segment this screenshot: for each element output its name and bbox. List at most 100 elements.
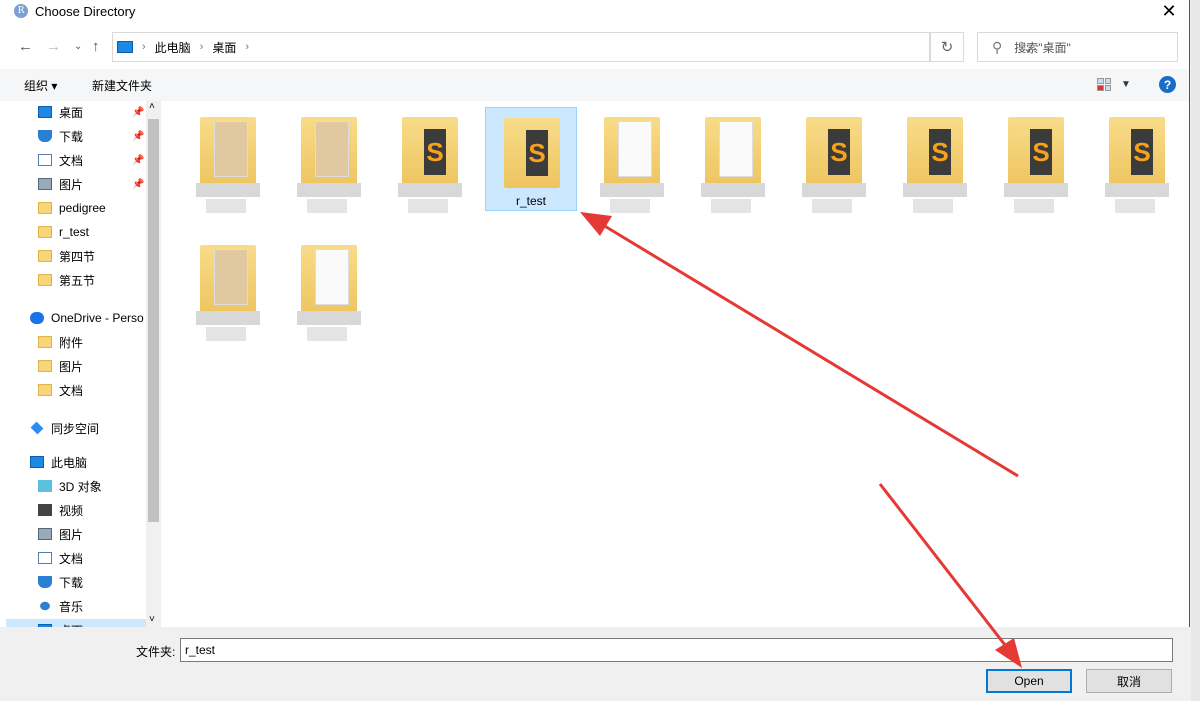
sidebar-scrollbar[interactable]: ˄ ˅ [146, 101, 161, 627]
forward-button[interactable]: → [46, 38, 61, 55]
sidebar-item[interactable]: pedigree [6, 197, 146, 219]
document-icon [38, 154, 52, 166]
folder-icon [38, 384, 52, 396]
sidebar-item-label: 第四节 [59, 249, 96, 264]
sidebar-item[interactable]: 3D 对象 [6, 475, 146, 497]
folder-name-input[interactable]: r_test [180, 638, 1173, 662]
view-dropdown[interactable]: ▼ [1121, 79, 1131, 90]
folder-label: 文件夹: [136, 645, 176, 659]
sync-icon [30, 421, 44, 435]
blurred-label [610, 199, 650, 213]
file-list: S Sr_test S S S S [162, 101, 1190, 627]
folder-icon: S [402, 117, 458, 187]
pin-icon[interactable]: 📌 [132, 131, 144, 142]
window-title: Choose Directory [35, 3, 136, 19]
recent-dropdown[interactable]: ⌄ [74, 41, 82, 52]
breadcrumb-item[interactable]: 桌面 [212, 39, 236, 56]
folder-item[interactable]: S [384, 107, 476, 213]
music-icon [40, 601, 50, 611]
blurred-label [307, 199, 347, 213]
folder-item[interactable] [283, 235, 375, 341]
search-input[interactable]: ⚲ 搜索"桌面" [977, 32, 1178, 62]
scroll-up-icon[interactable]: ˄ [149, 101, 155, 112]
sidebar-item[interactable]: 图片 📌 [6, 173, 146, 195]
picture-icon [38, 178, 52, 190]
back-button[interactable]: ← [18, 38, 33, 55]
blurred-label [307, 327, 347, 341]
help-button[interactable]: ? [1159, 76, 1176, 93]
folder-item[interactable]: S [1091, 107, 1183, 213]
desktop-icon [38, 106, 52, 118]
sidebar-item-label: 下载 [59, 129, 84, 144]
sidebar-item[interactable]: 图片 [6, 355, 146, 377]
sidebar-item[interactable]: 图片 [6, 523, 146, 545]
folder-item[interactable]: S [889, 107, 981, 213]
pin-icon[interactable]: 📌 [132, 179, 144, 190]
folder-item[interactable] [687, 107, 779, 213]
address-bar[interactable]: › 此电脑 › 桌面 › ⌄ [112, 32, 1033, 62]
blurred-label [297, 311, 361, 325]
folder-icon [38, 274, 52, 286]
sidebar-item-label: 视频 [59, 503, 84, 518]
scrollbar-thumb[interactable] [148, 119, 159, 522]
sidebar-item-label: 图片 [59, 177, 84, 192]
pin-icon[interactable]: 📌 [132, 155, 144, 166]
blurred-label [802, 183, 866, 197]
blurred-label [297, 183, 361, 197]
folder-item[interactable]: S [788, 107, 880, 213]
sidebar-item-label: r_test [59, 225, 90, 239]
sidebar-item[interactable]: 同步空间 [6, 417, 146, 439]
sidebar-item[interactable]: 视频 [6, 499, 146, 521]
close-button[interactable]: ✕ [1157, 1, 1181, 22]
sidebar-item[interactable]: 桌面 📌 [6, 101, 146, 123]
blurred-label [913, 199, 953, 213]
sidebar-item[interactable]: 第五节 [6, 269, 146, 291]
background-window [1191, 0, 1200, 701]
document-icon [38, 552, 52, 564]
folder-icon [705, 117, 761, 187]
cloud-icon [30, 312, 44, 324]
sidebar-item[interactable]: r_test [6, 221, 146, 243]
blurred-label [701, 183, 765, 197]
blurred-label [1105, 183, 1169, 197]
scroll-down-icon[interactable]: ˅ [149, 614, 155, 625]
sidebar-item-label: 文档 [59, 383, 84, 398]
folder-icon: S [806, 117, 862, 187]
search-icon: ⚲ [992, 38, 1003, 55]
folder-icon [38, 202, 52, 214]
folder-item[interactable] [182, 235, 274, 341]
folder-item[interactable] [283, 107, 375, 213]
organize-menu[interactable]: 组织 ▾ [24, 77, 57, 94]
dialog-footer: 文件夹: r_test Open 取消 [0, 627, 1190, 701]
sidebar-item[interactable]: 下载 [6, 571, 146, 593]
sidebar-item[interactable]: 音乐 [6, 595, 146, 617]
r-app-icon: R [14, 4, 28, 18]
sidebar-item[interactable]: OneDrive - Perso [6, 307, 146, 329]
new-folder-button[interactable]: 新建文件夹 [92, 77, 152, 94]
sidebar-item[interactable]: 此电脑 [6, 451, 146, 473]
choose-directory-dialog: R Choose Directory ✕ ← → ⌄ ↑ › 此电脑 › 桌面 … [0, 0, 1190, 701]
folder-icon [200, 245, 256, 315]
sidebar-item[interactable]: 桌面 [6, 619, 146, 627]
pin-icon[interactable]: 📌 [132, 107, 144, 118]
sidebar-item[interactable]: 文档 [6, 379, 146, 401]
sidebar-item[interactable]: 文档 [6, 547, 146, 569]
sidebar-item[interactable]: 第四节 [6, 245, 146, 267]
view-icon[interactable] [1097, 78, 1111, 91]
folder-item[interactable]: S [990, 107, 1082, 213]
folder-item[interactable] [586, 107, 678, 213]
folder-item[interactable] [182, 107, 274, 213]
refresh-button[interactable]: ↻ [930, 32, 964, 62]
cancel-button[interactable]: 取消 [1086, 669, 1172, 693]
sidebar-item-label: 文档 [59, 153, 84, 168]
up-button[interactable]: ↑ [92, 38, 100, 55]
sidebar-item[interactable]: 下载 📌 [6, 125, 146, 147]
folder-item[interactable]: Sr_test [485, 107, 577, 211]
title-bar: R Choose Directory [0, 0, 1189, 22]
open-button[interactable]: Open [986, 669, 1072, 693]
sidebar-item[interactable]: 附件 [6, 331, 146, 353]
search-placeholder: 搜索"桌面" [1014, 40, 1071, 55]
sidebar-item[interactable]: 文档 📌 [6, 149, 146, 171]
breadcrumb-item[interactable]: 此电脑 [155, 39, 191, 56]
folder-icon [301, 117, 357, 187]
